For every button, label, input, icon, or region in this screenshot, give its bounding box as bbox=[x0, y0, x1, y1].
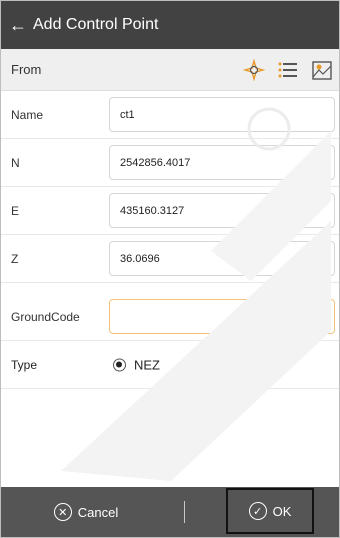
name-row: Name ct1 bbox=[1, 91, 339, 139]
cancel-button[interactable]: ✕ Cancel bbox=[1, 487, 171, 537]
elevation-row: Z 36.0696 bbox=[1, 235, 339, 283]
easting-label: E bbox=[11, 203, 20, 218]
northing-input[interactable]: 2542856.4017 bbox=[109, 145, 335, 180]
groundcode-row: GroundCode bbox=[1, 293, 339, 341]
app-window: ← Add Control Point From Name ct1 N 2542… bbox=[0, 0, 340, 538]
type-label: Type bbox=[11, 357, 38, 372]
back-arrow-icon[interactable]: ← bbox=[9, 16, 27, 34]
ok-check-icon: ✓ bbox=[248, 502, 267, 520]
northing-row: N 2542856.4017 bbox=[1, 139, 339, 187]
page-title: Add Control Point bbox=[33, 16, 159, 33]
name-label: Name bbox=[11, 107, 44, 122]
radio-nez-circle[interactable] bbox=[113, 358, 126, 371]
from-label: From bbox=[11, 62, 42, 77]
name-input[interactable]: ct1 bbox=[109, 97, 335, 132]
ok-label: OK bbox=[272, 503, 292, 519]
title-bar: ← Add Control Point bbox=[1, 1, 339, 49]
radio-nez[interactable]: NEZ bbox=[113, 357, 160, 372]
type-row: Type NEZ BLH bbox=[1, 341, 339, 389]
cancel-x-icon: ✕ bbox=[53, 503, 72, 521]
easting-input[interactable]: 435160.3127 bbox=[109, 193, 335, 228]
radio-blh-label: BLH bbox=[248, 357, 274, 372]
radio-blh[interactable]: BLH bbox=[227, 357, 273, 372]
from-row: From bbox=[1, 49, 339, 91]
point-list-icon[interactable] bbox=[275, 58, 301, 82]
ok-button[interactable]: ✓ OK bbox=[226, 488, 314, 534]
groundcode-dropdown[interactable] bbox=[109, 299, 335, 334]
button-divider bbox=[184, 501, 185, 523]
elevation-label: Z bbox=[11, 251, 19, 266]
dropdown-arrow-icon[interactable] bbox=[314, 313, 324, 320]
radio-nez-label: NEZ bbox=[134, 357, 160, 372]
map-pick-icon[interactable] bbox=[309, 58, 335, 82]
groundcode-label: GroundCode bbox=[11, 309, 80, 324]
easting-row: E 435160.3127 bbox=[1, 187, 339, 235]
radio-blh-circle[interactable] bbox=[227, 358, 240, 371]
action-bar: ✕ Cancel ✓ OK bbox=[1, 487, 339, 537]
cancel-label: Cancel bbox=[77, 504, 119, 520]
gps-target-icon[interactable] bbox=[241, 58, 267, 82]
northing-label: N bbox=[11, 155, 20, 170]
elevation-input[interactable]: 36.0696 bbox=[109, 241, 335, 276]
